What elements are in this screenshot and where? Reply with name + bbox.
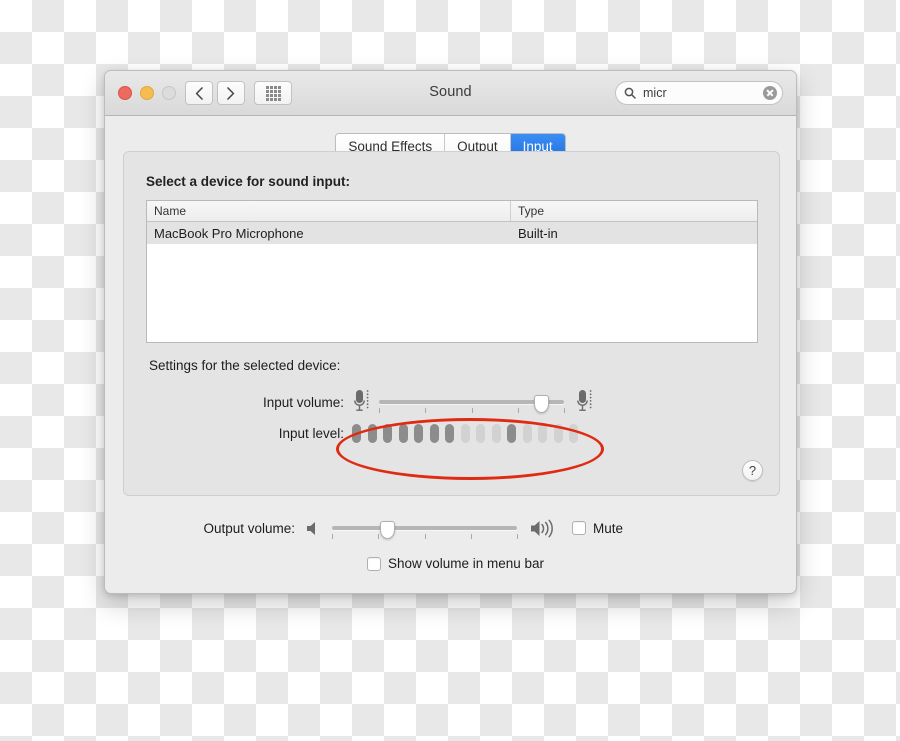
device-name: MacBook Pro Microphone bbox=[154, 225, 304, 241]
slider-tick bbox=[470, 534, 472, 539]
input-settings-panel: Select a device for sound input: Name Ty… bbox=[123, 151, 780, 496]
input-level-row: Input level: bbox=[124, 424, 779, 443]
slider-tick bbox=[332, 534, 333, 539]
input-device-table[interactable]: Name Type MacBook Pro Microphone Built-i… bbox=[146, 200, 758, 343]
input-level-segment bbox=[398, 424, 408, 443]
input-level-segment bbox=[414, 424, 423, 443]
column-header-name[interactable]: Name bbox=[147, 201, 511, 221]
mute-label: Mute bbox=[593, 520, 624, 536]
input-level-segment bbox=[445, 424, 454, 443]
slider-tick bbox=[378, 534, 380, 539]
input-level-label: Input level: bbox=[278, 426, 344, 441]
column-header-type[interactable]: Type bbox=[511, 201, 757, 221]
microphone-high-icon bbox=[577, 390, 592, 411]
slider-tick bbox=[517, 408, 519, 413]
input-level-segment bbox=[569, 424, 578, 443]
slider-tick bbox=[471, 408, 473, 413]
slider-tick bbox=[379, 408, 380, 413]
input-level-segment bbox=[460, 424, 470, 443]
speaker-quiet-icon bbox=[307, 521, 315, 535]
output-volume-label: Output volume: bbox=[203, 520, 295, 536]
help-button[interactable]: ? bbox=[742, 460, 763, 481]
input-volume-row: Input volume: bbox=[124, 387, 779, 417]
table-row[interactable]: MacBook Pro Microphone Built-in bbox=[147, 222, 757, 244]
input-level-segment bbox=[538, 424, 547, 443]
microphone-low-icon bbox=[354, 390, 369, 411]
input-level-segment bbox=[383, 424, 392, 443]
input-level-segment bbox=[367, 424, 377, 443]
output-volume-slider[interactable] bbox=[332, 517, 518, 539]
search-field[interactable]: micr bbox=[615, 81, 783, 105]
input-volume-ticks bbox=[379, 408, 565, 413]
search-icon bbox=[624, 87, 636, 99]
show-volume-checkbox[interactable] bbox=[366, 556, 381, 571]
input-volume-label: Input volume: bbox=[262, 394, 344, 410]
slider-tick bbox=[424, 534, 426, 539]
show-volume-row: Show volume in menu bar bbox=[105, 556, 796, 571]
device-type: Built-in bbox=[518, 225, 558, 241]
slider-tick bbox=[564, 408, 565, 413]
mute-checkbox[interactable] bbox=[572, 521, 586, 535]
sound-preferences-window: Sound micr Sound Effects Output Input Se… bbox=[104, 70, 797, 594]
search-input[interactable]: micr bbox=[643, 87, 763, 100]
input-level-segment bbox=[522, 424, 532, 443]
speaker-loud-icon bbox=[531, 519, 553, 537]
clear-search-icon[interactable] bbox=[763, 86, 777, 100]
table-header-row: Name Type bbox=[147, 201, 757, 222]
slider-tick bbox=[425, 408, 427, 413]
input-volume-slider[interactable] bbox=[379, 391, 565, 413]
select-device-label: Select a device for sound input: bbox=[146, 174, 351, 189]
input-level-segment bbox=[507, 424, 516, 443]
input-level-segment bbox=[352, 424, 361, 443]
output-volume-track bbox=[332, 526, 517, 530]
input-level-segment bbox=[429, 424, 439, 443]
show-volume-checkbox-wrapper[interactable]: Show volume in menu bar bbox=[366, 556, 545, 571]
input-level-segment bbox=[491, 424, 501, 443]
output-volume-ticks bbox=[332, 534, 518, 539]
input-level-segment bbox=[476, 424, 485, 443]
output-volume-row: Output volume: Mute bbox=[105, 517, 796, 539]
input-level-segment bbox=[553, 424, 563, 443]
mute-checkbox-wrapper[interactable]: Mute bbox=[572, 521, 623, 536]
input-level-meter bbox=[352, 424, 578, 443]
settings-for-device-label: Settings for the selected device: bbox=[149, 358, 341, 373]
show-volume-label: Show volume in menu bar bbox=[387, 556, 545, 571]
slider-tick bbox=[517, 534, 518, 539]
window-titlebar: Sound micr bbox=[105, 71, 796, 116]
